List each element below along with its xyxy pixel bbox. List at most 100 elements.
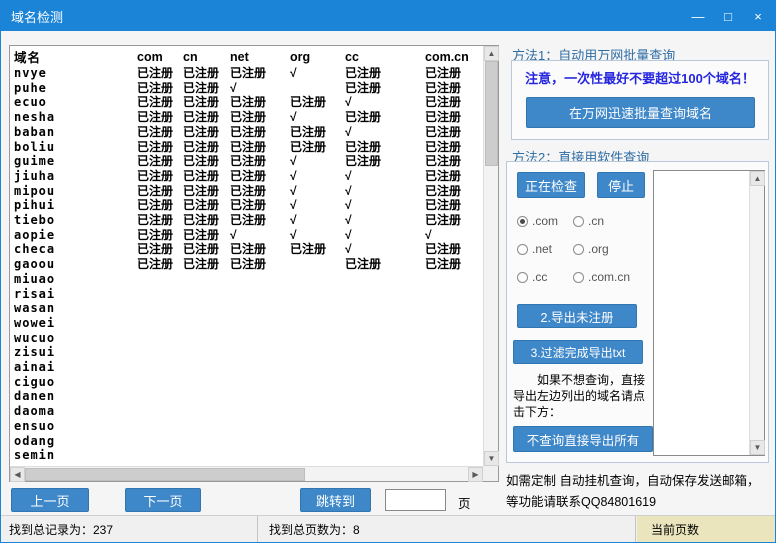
status-cell: √ [290, 198, 345, 213]
table-row[interactable]: tiebo已注册已注册已注册√√已注册 [14, 213, 484, 228]
tld-radio-comcn[interactable]: .com.cn [573, 270, 647, 284]
table-row[interactable]: guime已注册已注册已注册√已注册已注册 [14, 154, 484, 169]
maximize-button[interactable]: □ [713, 1, 743, 31]
column-header-com[interactable]: com [137, 49, 183, 66]
status-cell: √ [290, 110, 345, 125]
table-row[interactable]: wowei [14, 316, 484, 331]
table-row[interactable]: ciguo [14, 375, 484, 390]
minimize-button[interactable]: — [683, 1, 713, 31]
table-vertical-scrollbar[interactable]: ▲ ▼ [483, 46, 498, 466]
column-header-域名[interactable]: 域名 [14, 49, 137, 66]
table-row[interactable]: checa已注册已注册已注册已注册√已注册 [14, 242, 484, 257]
table-row[interactable]: ainai [14, 360, 484, 375]
table-row[interactable]: baban已注册已注册已注册已注册√已注册 [14, 125, 484, 140]
column-header-net[interactable]: net [230, 49, 290, 66]
table-row[interactable]: zisui [14, 345, 484, 360]
status-cell [230, 389, 290, 404]
status-cell: √ [230, 81, 290, 96]
scroll-right-icon[interactable]: ▶ [468, 467, 483, 482]
tld-label: .net [532, 242, 552, 256]
column-header-cn[interactable]: cn [183, 49, 230, 66]
domain-cell: gaoou [14, 257, 137, 272]
notice-text: 注意，一次性最好不要超过100个域名！ [512, 68, 768, 87]
table-row[interactable]: boliu已注册已注册已注册已注册已注册已注册 [14, 140, 484, 155]
radio-icon [573, 272, 584, 283]
table-row[interactable]: semin [14, 448, 484, 463]
table-row[interactable]: puhe已注册已注册√已注册已注册 [14, 81, 484, 96]
domain-cell: jiuha [14, 169, 137, 184]
column-header-org[interactable]: org [290, 49, 345, 66]
status-cell [345, 360, 425, 375]
status-cell [183, 345, 230, 360]
tld-radio-net[interactable]: .net [517, 242, 573, 256]
vertical-scroll-thumb[interactable] [485, 61, 498, 166]
table-row[interactable]: wucuo [14, 331, 484, 346]
tld-radio-com[interactable]: .com [517, 214, 573, 228]
table-row[interactable]: daoma [14, 404, 484, 419]
status-cell: 已注册 [230, 95, 290, 110]
status-cell: 已注册 [230, 125, 290, 140]
status-cell [290, 448, 345, 463]
table-row[interactable]: nesha已注册已注册已注册√已注册已注册 [14, 110, 484, 125]
title-bar: 域名检测 — □ × [1, 1, 775, 31]
status-cell [290, 257, 345, 272]
domain-cell: aopie [14, 228, 137, 243]
tld-radio-cc[interactable]: .cc [517, 270, 573, 284]
status-cell: 已注册 [290, 242, 345, 257]
prev-page-button[interactable]: 上一页 [11, 488, 89, 512]
table-row[interactable]: nvye已注册已注册已注册√已注册已注册 [14, 66, 484, 81]
status-cell [230, 345, 290, 360]
window-title: 域名检测 [11, 7, 63, 26]
status-cell: 已注册 [137, 198, 183, 213]
status-cell [230, 419, 290, 434]
table-row[interactable]: risai [14, 287, 484, 302]
table-row[interactable]: mipou已注册已注册已注册√√已注册 [14, 184, 484, 199]
jump-to-page-button[interactable]: 跳转到 [300, 488, 371, 512]
checking-button[interactable]: 正在检查 [517, 172, 585, 198]
column-header-cc[interactable]: cc [345, 49, 425, 66]
table-row[interactable]: odang [14, 434, 484, 449]
table-horizontal-scrollbar[interactable]: ◀ ▶ [10, 466, 483, 481]
next-page-button[interactable]: 下一页 [125, 488, 201, 512]
export-unregistered-button[interactable]: 2.导出未注册 [517, 304, 637, 328]
listbox-scroll-down-icon[interactable]: ▼ [750, 440, 765, 455]
stop-button[interactable]: 停止 [597, 172, 645, 198]
result-listbox[interactable]: ▲ ▼ [653, 170, 765, 456]
status-cell [290, 345, 345, 360]
export-all-button[interactable]: 不查询直接导出所有 [513, 426, 653, 452]
filter-export-button[interactable]: 3.过滤完成导出txt [513, 340, 643, 364]
status-cell [183, 434, 230, 449]
tld-radio-cn[interactable]: .cn [573, 214, 647, 228]
table-row[interactable]: ecuo已注册已注册已注册已注册√已注册 [14, 95, 484, 110]
status-cell [230, 301, 290, 316]
horizontal-scroll-thumb[interactable] [25, 468, 305, 481]
batch-query-button[interactable]: 在万网迅速批量查询域名 [526, 97, 755, 128]
scroll-left-icon[interactable]: ◀ [10, 467, 25, 482]
tld-radio-org[interactable]: .org [573, 242, 647, 256]
table-row[interactable]: gaoou已注册已注册已注册已注册已注册 [14, 257, 484, 272]
table-row[interactable]: miuao [14, 272, 484, 287]
column-header-com-cn[interactable]: com.cn [425, 49, 484, 66]
status-cell: 已注册 [230, 198, 290, 213]
status-cell: 已注册 [345, 140, 425, 155]
table-row[interactable]: aopie已注册已注册√√√√ [14, 228, 484, 243]
table-row[interactable]: wasan [14, 301, 484, 316]
listbox-scroll-up-icon[interactable]: ▲ [750, 171, 765, 186]
status-cell: 已注册 [425, 154, 484, 169]
status-cell: 已注册 [425, 95, 484, 110]
status-cell [345, 434, 425, 449]
listbox-scrollbar[interactable]: ▲ ▼ [749, 171, 764, 455]
scroll-down-icon[interactable]: ▼ [484, 451, 499, 466]
domain-cell: daoma [14, 404, 137, 419]
status-cell: 已注册 [230, 140, 290, 155]
close-button[interactable]: × [743, 1, 773, 31]
scroll-up-icon[interactable]: ▲ [484, 46, 499, 61]
table-row[interactable]: jiuha已注册已注册已注册√√已注册 [14, 169, 484, 184]
table-row[interactable]: danen [14, 389, 484, 404]
table-row[interactable]: ensuo [14, 419, 484, 434]
status-cell: 已注册 [183, 81, 230, 96]
status-cell [290, 301, 345, 316]
table-row[interactable]: pihui已注册已注册已注册√√已注册 [14, 198, 484, 213]
page-number-input[interactable] [385, 489, 446, 511]
status-cell [183, 287, 230, 302]
